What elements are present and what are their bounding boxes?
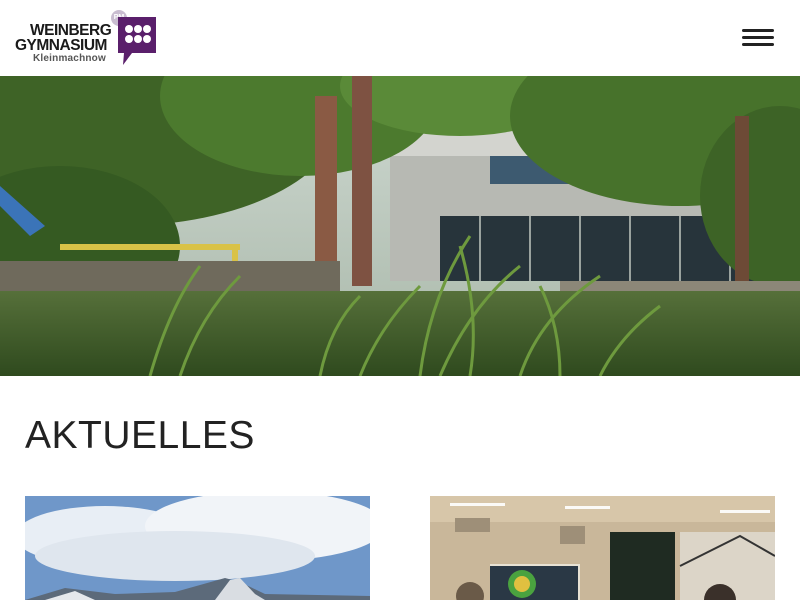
school-logo[interactable]: WEINBERG GYMNASIUM Kleinmachnow PM (14, 10, 159, 68)
menu-bar (742, 29, 774, 32)
hamburger-menu-icon[interactable] (740, 26, 778, 50)
news-card-image (430, 496, 775, 600)
menu-bar (742, 43, 774, 46)
hero-illustration (0, 76, 800, 376)
menu-bar (742, 36, 774, 39)
news-card[interactable] (25, 496, 370, 600)
hero-image (0, 76, 800, 376)
news-card-image (25, 496, 370, 600)
section-title: AKTUELLES (25, 414, 255, 457)
logo-hexagon-mark-icon (118, 17, 156, 65)
news-card[interactable] (430, 496, 775, 600)
site-header: WEINBERG GYMNASIUM Kleinmachnow PM (0, 0, 800, 76)
logo-line-3: Kleinmachnow (33, 53, 106, 64)
